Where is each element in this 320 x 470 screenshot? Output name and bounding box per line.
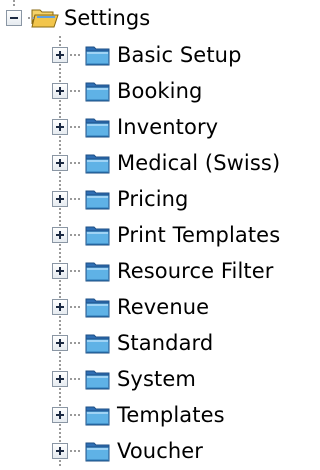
tree-connector-line bbox=[70, 54, 82, 56]
tree-connector-line bbox=[70, 198, 82, 200]
folder-icon bbox=[85, 190, 110, 210]
tree-connector-line bbox=[70, 342, 82, 344]
expand-icon[interactable] bbox=[52, 335, 68, 351]
tree-node-label: Booking bbox=[117, 79, 203, 103]
tree-node-label: Inventory bbox=[117, 115, 219, 139]
tree-node-voucher[interactable]: Voucher bbox=[52, 432, 203, 470]
tree-node-label: Pricing bbox=[117, 187, 189, 211]
tree-connector-line bbox=[70, 270, 82, 272]
folder-icon bbox=[85, 298, 110, 318]
tree-node-templates[interactable]: Templates bbox=[52, 396, 225, 434]
tree-node-inventory[interactable]: Inventory bbox=[52, 108, 218, 146]
expand-icon[interactable] bbox=[52, 299, 68, 315]
tree-connector-line bbox=[70, 126, 82, 128]
tree-node-booking[interactable]: Booking bbox=[52, 72, 202, 110]
expand-icon[interactable] bbox=[52, 371, 68, 387]
tree-connector-line bbox=[28, 17, 34, 19]
folder-icon bbox=[85, 82, 110, 102]
tree-node-print-templates[interactable]: Print Templates bbox=[52, 216, 280, 254]
tree-node-pricing[interactable]: Pricing bbox=[52, 180, 188, 218]
expand-icon[interactable] bbox=[52, 119, 68, 135]
folder-icon bbox=[85, 262, 110, 282]
tree-node-label: Print Templates bbox=[117, 223, 281, 247]
tree-node-label: Resource Filter bbox=[117, 259, 274, 283]
tree-root-settings[interactable]: Settings bbox=[6, 0, 150, 36]
folder-icon bbox=[85, 118, 110, 138]
tree-root-label: Settings bbox=[64, 6, 151, 30]
expand-icon[interactable] bbox=[52, 443, 68, 459]
tree-node-label: Medical (Swiss) bbox=[117, 151, 281, 175]
expand-icon[interactable] bbox=[52, 47, 68, 63]
folder-icon bbox=[85, 154, 110, 174]
tree-node-system[interactable]: System bbox=[52, 360, 196, 398]
tree-node-resource-filter[interactable]: Resource Filter bbox=[52, 252, 274, 290]
expand-icon[interactable] bbox=[52, 155, 68, 171]
open-folder-icon bbox=[31, 9, 59, 28]
tree-connector-line bbox=[70, 414, 82, 416]
collapse-icon[interactable] bbox=[6, 10, 22, 26]
tree-connector-line bbox=[70, 234, 82, 236]
tree-node-label: Basic Setup bbox=[117, 43, 242, 67]
folder-icon bbox=[85, 406, 110, 426]
folder-icon bbox=[85, 334, 110, 354]
tree-node-medical-swiss[interactable]: Medical (Swiss) bbox=[52, 144, 280, 182]
tree-node-revenue[interactable]: Revenue bbox=[52, 288, 209, 326]
tree-node-label: Standard bbox=[117, 331, 214, 355]
tree-node-label: Templates bbox=[117, 403, 225, 427]
folder-icon bbox=[85, 46, 110, 66]
tree-node-label: Voucher bbox=[117, 439, 204, 463]
tree-node-label: System bbox=[117, 367, 196, 391]
expand-icon[interactable] bbox=[52, 227, 68, 243]
folder-icon bbox=[85, 226, 110, 246]
tree-connector-line bbox=[70, 378, 82, 380]
expand-icon[interactable] bbox=[52, 407, 68, 423]
expand-icon[interactable] bbox=[52, 191, 68, 207]
tree-node-basic-setup[interactable]: Basic Setup bbox=[52, 36, 242, 74]
tree-node-label: Revenue bbox=[117, 295, 210, 319]
folder-icon bbox=[85, 370, 110, 390]
tree-node-standard[interactable]: Standard bbox=[52, 324, 213, 362]
settings-tree: Settings Basic Setup Booking Inventory Medi… bbox=[0, 0, 302, 468]
expand-icon[interactable] bbox=[52, 83, 68, 99]
tree-connector-line bbox=[70, 450, 82, 452]
expand-icon[interactable] bbox=[52, 263, 68, 279]
tree-connector-line bbox=[70, 90, 82, 92]
folder-icon bbox=[85, 442, 110, 462]
tree-connector-line bbox=[70, 306, 82, 308]
tree-connector-line bbox=[70, 162, 82, 164]
